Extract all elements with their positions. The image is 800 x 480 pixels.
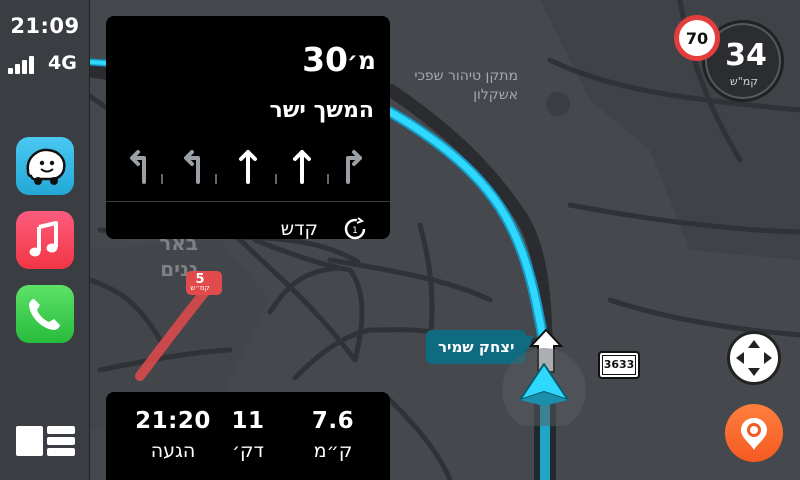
traffic-speed-unit: קמ״ש: [190, 284, 210, 292]
cellular-status: 4G: [8, 52, 88, 76]
lane-turn-left-icon: [130, 150, 146, 184]
car-position-icon: [502, 348, 586, 426]
status-clock: 21:09: [10, 14, 80, 38]
dashboard-button[interactable]: [16, 424, 76, 458]
turn-distance: 30: [302, 40, 348, 79]
remaining-distance-block: 7.6 ק״מ: [296, 408, 370, 462]
lane-turn-left-icon: [184, 150, 200, 184]
speed-unit: קמ"ש: [729, 75, 759, 88]
music-note-icon: [29, 221, 58, 257]
route-shield: 3633: [598, 351, 640, 379]
card-divider: [106, 201, 390, 202]
report-button[interactable]: [725, 404, 783, 462]
turn-instruction-card[interactable]: 30 מ׳ המשך ישר קדש 1: [106, 16, 390, 240]
lane-straight-icon: [293, 150, 311, 184]
traffic-speed-badge: 5 קמ״ש: [186, 271, 222, 295]
phone-icon: [29, 299, 60, 330]
music-app-button[interactable]: [16, 211, 74, 269]
eta-card[interactable]: 21:20 הגעה 11 דק׳ 7.6 ק״מ: [106, 392, 390, 480]
phone-app-button[interactable]: [16, 285, 74, 343]
remaining-distance-label: ק״מ: [313, 440, 353, 462]
arrival-time-block: 21:20 הגעה: [128, 408, 218, 462]
waze-icon: [26, 148, 66, 185]
dashboard-grid-icon: [16, 426, 75, 456]
report-pin-icon: [741, 418, 767, 450]
poi-label: מתקן טיהור שפכי אשקלון: [414, 68, 518, 103]
pan-arrows-icon: [736, 340, 772, 376]
turn-instruction-text: המשך ישר: [269, 98, 375, 123]
remaining-distance: 7.6: [311, 408, 355, 434]
remaining-minutes-block: 11 דק׳: [216, 408, 280, 462]
lane-straight-icon: [239, 150, 257, 184]
arrival-time: 21:20: [135, 408, 211, 434]
speed-limit-value: 70: [685, 29, 709, 48]
lane-guidance: [130, 150, 362, 184]
turn-distance-unit: מ׳: [346, 46, 376, 75]
speed-limit-sign: 70: [674, 15, 720, 61]
waze-app-button[interactable]: [16, 137, 74, 195]
lane-turn-right-icon: [346, 150, 362, 184]
network-type: 4G: [48, 52, 77, 74]
roundabout-exit-1-icon: 1: [344, 217, 366, 240]
remaining-minutes-label: דק׳: [232, 440, 264, 462]
remaining-minutes: 11: [231, 408, 265, 434]
arrival-label: הגעה: [150, 440, 196, 462]
signal-bars-icon: [8, 56, 40, 74]
map-pan-button[interactable]: [727, 331, 781, 385]
roundabout-exit-number: 1: [352, 226, 358, 236]
carplay-sidebar: 21:09 4G: [0, 0, 90, 480]
next-street-name: קדש: [280, 218, 318, 240]
